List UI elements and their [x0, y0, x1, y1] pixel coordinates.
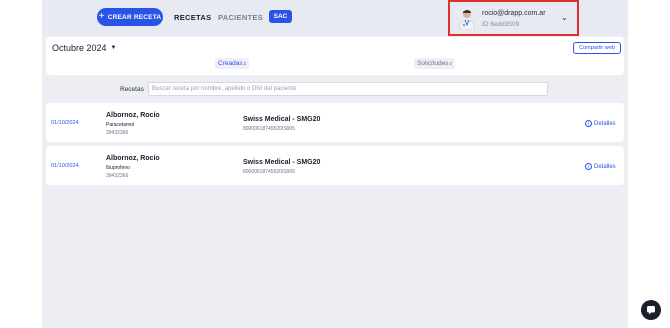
nav-pacientes[interactable]: PACIENTES	[218, 13, 263, 22]
filter-panel: Octubre 2024 ▼ Compartir web Creadas 2 So…	[46, 37, 624, 75]
caret-down-icon: ▼	[110, 45, 117, 51]
row-date: 01/10/2024	[51, 163, 79, 169]
insurer-number: 80000618745520IS005	[243, 126, 295, 132]
plus-icon: +	[98, 11, 105, 22]
patient-name: Albornoz, Rocío	[106, 112, 160, 119]
drug-name: Ibuprofeno	[106, 165, 130, 171]
details-label: Detalles	[594, 163, 616, 170]
tab-solicitudes-label: Solicitudes	[417, 60, 449, 67]
month-label: Octubre 2024	[52, 43, 107, 53]
prescription-row[interactable]: 01/10/2024 Albornoz, Rocío Ibuprofeno 39…	[46, 146, 624, 185]
tab-solicitudes-count: 0	[449, 61, 452, 66]
details-link[interactable]: i Detalles	[585, 120, 616, 127]
user-menu[interactable]: rocio@drapp.com.ar ID 6edd3509 ⌄	[448, 0, 579, 36]
tab-creadas-count: 2	[243, 61, 247, 66]
patient-name: Albornoz, Rocío	[106, 155, 160, 162]
details-label: Detalles	[594, 120, 616, 127]
share-web-button[interactable]: Compartir web	[573, 42, 621, 54]
details-link[interactable]: i Detalles	[585, 163, 616, 170]
info-icon: i	[585, 163, 592, 170]
chat-icon	[647, 306, 655, 315]
month-selector[interactable]: Octubre 2024 ▼	[52, 43, 117, 53]
drug-name: Paracetamol	[106, 122, 135, 128]
row-date: 01/10/2024	[51, 120, 79, 126]
top-bar: + CREAR RECETA RECETAS PACIENTES SAC roc…	[42, 0, 628, 36]
chat-button[interactable]	[641, 300, 661, 320]
nav-recetas[interactable]: RECETAS	[174, 13, 211, 22]
patient-dni: 39432366	[106, 173, 129, 179]
tab-creadas-label: Creadas	[218, 60, 243, 67]
patient-dni: 39432366	[106, 130, 129, 136]
insurer-name: Swiss Medical - SMG20	[243, 116, 321, 123]
user-email: rocio@drapp.com.ar	[482, 10, 546, 17]
create-prescription-button[interactable]: + CREAR RECETA	[97, 8, 163, 26]
prescription-row[interactable]: 01/10/2024 Albornoz, Rocío Paracetamol 3…	[46, 103, 624, 142]
app-window: + CREAR RECETA RECETAS PACIENTES SAC roc…	[42, 0, 661, 328]
create-prescription-label: CREAR RECETA	[107, 13, 162, 21]
search-label: Recetas	[120, 86, 144, 93]
sac-button[interactable]: SAC	[269, 10, 292, 23]
search-input[interactable]: Buscar receta por nombre, apellido o DNI…	[148, 82, 548, 96]
user-id: ID 6edd3509	[482, 21, 520, 28]
insurer-number: 80000618745520IS005	[243, 169, 295, 175]
chevron-down-icon[interactable]: ⌄	[561, 13, 568, 22]
doctor-avatar-icon	[459, 10, 475, 30]
info-icon: i	[585, 120, 592, 127]
insurer-name: Swiss Medical - SMG20	[243, 159, 321, 166]
tab-creadas[interactable]: Creadas 2	[215, 58, 250, 69]
tab-solicitudes[interactable]: Solicitudes 0	[414, 58, 455, 69]
